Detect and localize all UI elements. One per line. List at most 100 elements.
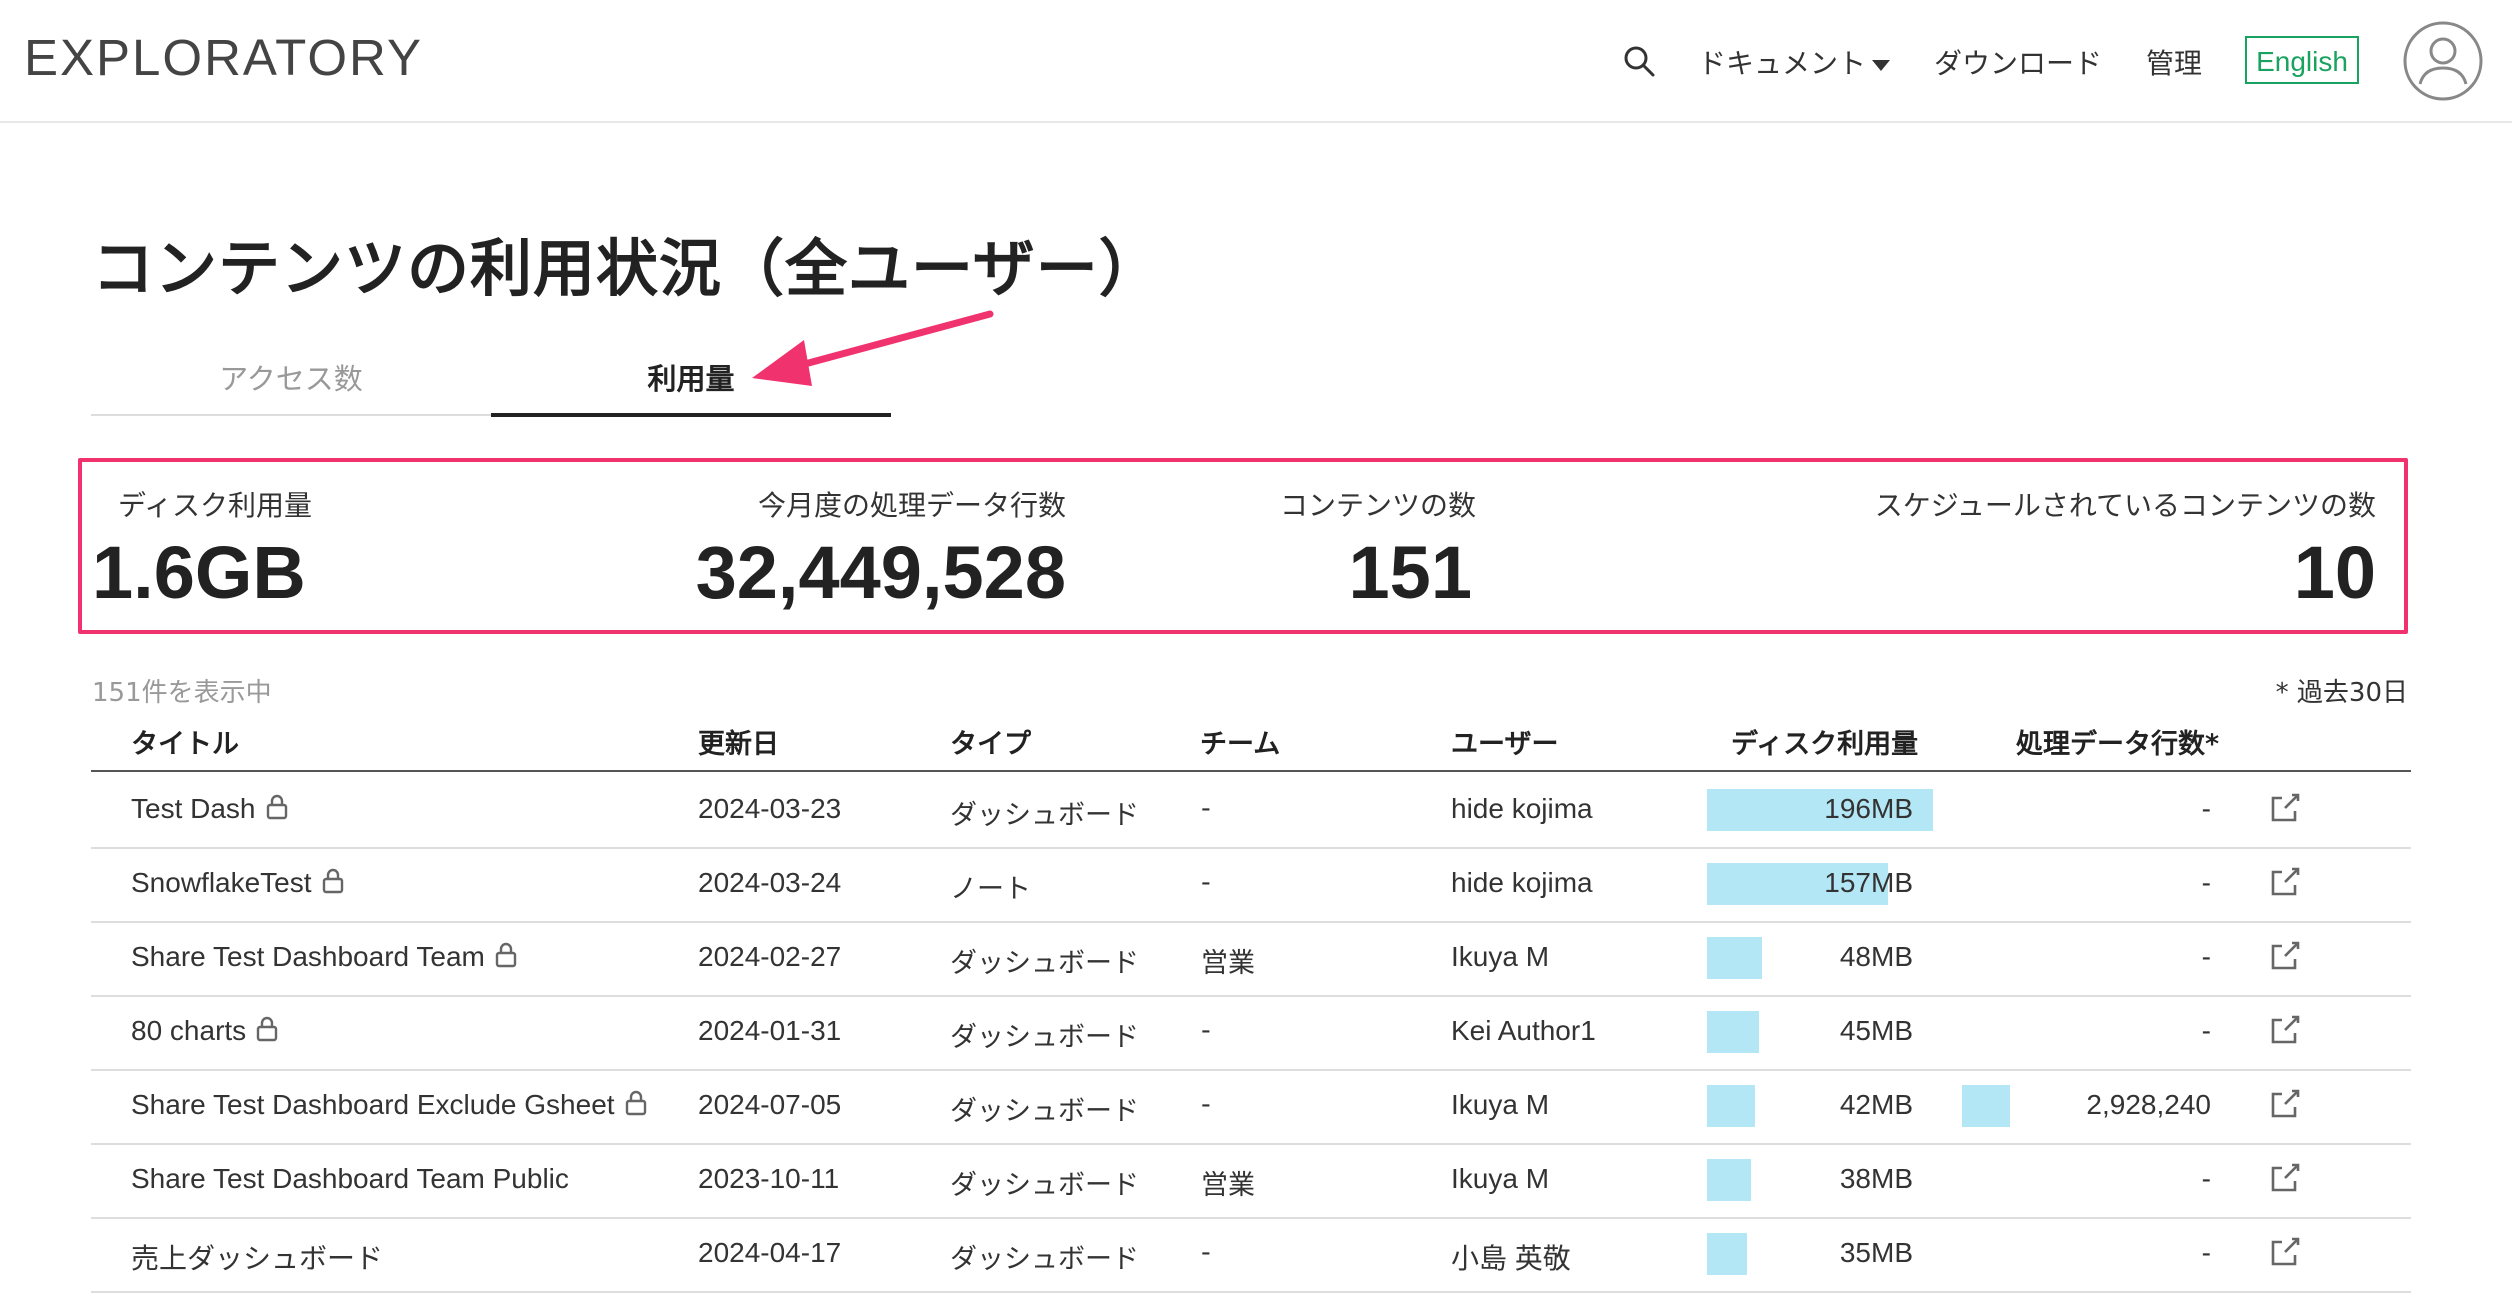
top-header: EXPLORATORY ドキュメント ダウンロード 管理 English: [0, 0, 2512, 123]
stat-disk-value: 1.6GB: [92, 531, 306, 614]
external-link-icon[interactable]: [2268, 1087, 2302, 1121]
stat-disk-label: ディスク利用量: [118, 489, 313, 522]
row-type: ダッシュボード: [950, 800, 1139, 831]
external-link-icon[interactable]: [2268, 1013, 2302, 1047]
row-disk: 42MB: [1839, 1089, 1913, 1120]
row-title-text: Share Test Dashboard Team Public: [131, 1163, 569, 1194]
table-row[interactable]: 売上ダッシュボード 2024-04-17 ダッシュボード - 小島 英敬 35MB -: [91, 1217, 2411, 1293]
row-title-text: 売上ダッシュボード: [131, 1243, 384, 1274]
disk-usage-bar: [1707, 1085, 1755, 1127]
row-user: 小島 英敬: [1451, 1243, 1571, 1274]
row-title[interactable]: Share Test Dashboard Team: [131, 941, 517, 973]
row-title-text: Share Test Dashboard Team: [131, 941, 485, 972]
row-date: 2024-02-27: [698, 941, 842, 972]
row-user: Ikuya M: [1451, 1089, 1550, 1120]
result-count: 151件を表示中: [92, 678, 272, 708]
lock-icon: [495, 942, 517, 968]
col-team[interactable]: チーム: [1200, 722, 1280, 761]
row-title[interactable]: Share Test Dashboard Team Public: [131, 1163, 569, 1195]
external-link-icon[interactable]: [2268, 939, 2302, 973]
row-title[interactable]: Test Dash: [131, 793, 288, 825]
row-type: ダッシュボード: [950, 1096, 1139, 1127]
disk-usage-bar: [1707, 937, 1762, 979]
search-icon[interactable]: [1622, 44, 1656, 78]
external-link-icon[interactable]: [2268, 791, 2302, 825]
row-type: ダッシュボード: [950, 1244, 1139, 1275]
row-user: hide kojima: [1451, 793, 1593, 824]
row-rows: -: [2201, 941, 2211, 972]
row-type: ダッシュボード: [950, 1022, 1139, 1053]
table-row[interactable]: Share Test Dashboard Team 2024-02-27 ダッシュボ…: [91, 921, 2411, 997]
stat-rows-value: 32,449,528: [695, 531, 1066, 614]
disk-usage-bar: [1707, 1233, 1747, 1275]
stat-content-count-label: コンテンツの数: [1279, 489, 1476, 522]
row-date: 2024-03-23: [698, 793, 842, 824]
row-title[interactable]: SnowflakeTest: [131, 867, 344, 899]
row-title-text: Test Dash: [131, 793, 256, 824]
row-team: -: [1201, 867, 1211, 898]
row-user: hide kojima: [1451, 867, 1593, 898]
col-user[interactable]: ユーザー: [1451, 722, 1558, 761]
annotation-arrow-icon: [752, 310, 994, 386]
table-row[interactable]: 80 charts 2024-01-31 ダッシュボード - Kei Author1 45…: [91, 995, 2411, 1071]
row-team: -: [1201, 1089, 1211, 1120]
nav-download-link[interactable]: ダウンロード: [1934, 42, 2102, 82]
row-team: 営業: [1201, 948, 1255, 979]
nav-documents-label: ドキュメント: [1698, 47, 1867, 80]
lock-icon: [322, 868, 344, 894]
row-rows: -: [2201, 867, 2211, 898]
row-title[interactable]: 売上ダッシュボード: [131, 1237, 383, 1277]
stat-rows-label: 今月度の処理データ行数: [757, 489, 1066, 522]
table-header-line: [91, 770, 2411, 772]
row-title-text: Share Test Dashboard Exclude Gsheet: [131, 1089, 615, 1120]
language-button[interactable]: English: [2245, 36, 2359, 84]
row-disk: 35MB: [1839, 1237, 1913, 1268]
col-type[interactable]: タイプ: [950, 722, 1031, 761]
external-link-icon[interactable]: [2268, 1161, 2302, 1195]
row-user: Ikuya M: [1451, 1163, 1550, 1194]
col-title[interactable]: タイトル: [131, 722, 239, 761]
external-link-icon[interactable]: [2268, 1235, 2302, 1269]
table-row[interactable]: SnowflakeTest 2024-03-24 ノート - hide kojima 15…: [91, 847, 2411, 923]
col-rows[interactable]: 処理データ行数*: [2016, 722, 2219, 761]
row-user: Kei Author1: [1451, 1015, 1596, 1046]
user-avatar-icon[interactable]: [2402, 20, 2484, 102]
row-disk: 157MB: [1824, 867, 1913, 898]
col-updated[interactable]: 更新日: [698, 722, 779, 761]
disk-usage-bar: [1707, 1011, 1759, 1053]
page-title: コンテンツの利用状況（全ユーザー）: [92, 232, 1162, 305]
row-title[interactable]: Share Test Dashboard Exclude Gsheet: [131, 1089, 647, 1121]
row-title-text: 80 charts: [131, 1015, 247, 1046]
period-note: * 過去30日: [2275, 678, 2408, 708]
col-disk[interactable]: ディスク利用量: [1731, 722, 1918, 761]
logo[interactable]: EXPLORATORY: [24, 28, 423, 87]
row-title[interactable]: 80 charts: [131, 1015, 278, 1047]
nav-admin-link[interactable]: 管理: [2146, 42, 2202, 82]
row-rows: -: [2201, 1163, 2211, 1194]
stat-scheduled-label: スケジュールされているコンテンツの数: [1874, 489, 2376, 522]
row-date: 2024-04-17: [698, 1237, 842, 1268]
row-user: Ikuya M: [1451, 941, 1550, 972]
table-row[interactable]: Test Dash 2024-03-23 ダッシュボード - hide kojima 19…: [91, 773, 2411, 849]
row-type: ダッシュボード: [950, 1170, 1139, 1201]
row-type: ダッシュボード: [950, 948, 1139, 979]
caret-down-icon: [1872, 59, 1891, 71]
nav-documents-dropdown[interactable]: ドキュメント: [1698, 42, 1891, 82]
stat-scheduled-value: 10: [2293, 531, 2376, 614]
table-row[interactable]: Share Test Dashboard Exclude Gsheet 2024-…: [91, 1069, 2411, 1145]
row-type: ノート: [950, 874, 1031, 905]
table-row[interactable]: Share Test Dashboard Team Public 2023-10-…: [91, 1143, 2411, 1219]
external-link-icon[interactable]: [2268, 865, 2302, 899]
stat-content-count-value: 151: [1348, 531, 1472, 614]
rows-usage-bar: [1962, 1085, 2010, 1127]
row-team: -: [1201, 1015, 1211, 1046]
disk-usage-bar: [1707, 1159, 1751, 1201]
row-rows: 2,928,240: [2086, 1089, 2211, 1120]
row-title-text: SnowflakeTest: [131, 867, 312, 898]
lock-icon: [266, 794, 288, 820]
row-team: -: [1201, 1237, 1211, 1268]
row-date: 2024-03-24: [698, 867, 842, 898]
row-rows: -: [2201, 793, 2211, 824]
row-disk: 196MB: [1824, 793, 1913, 824]
tab-access-count[interactable]: アクセス数: [91, 356, 491, 398]
